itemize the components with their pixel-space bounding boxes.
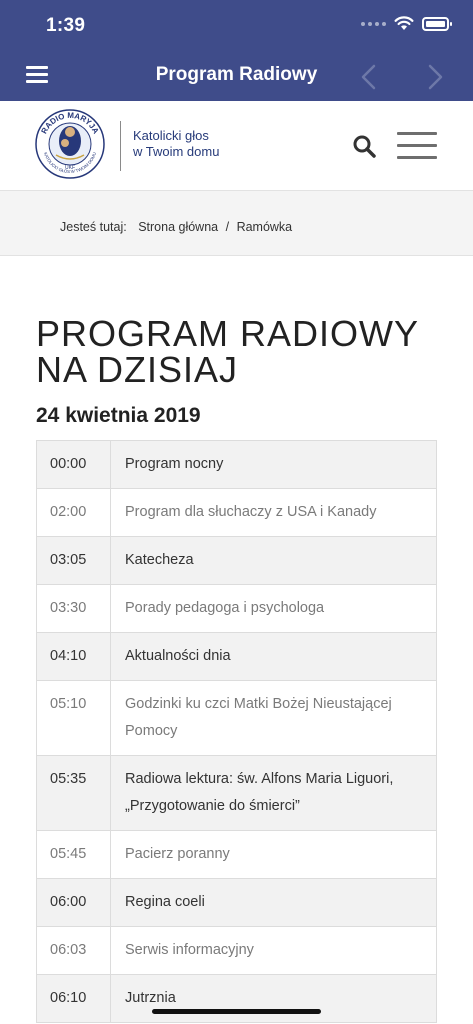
signal-icon	[361, 21, 386, 26]
schedule-time: 03:05	[37, 537, 111, 584]
schedule-program: Program nocny	[125, 456, 224, 472]
search-icon[interactable]	[352, 134, 376, 158]
schedule-program: Radiowa lektura: św. Alfons Maria Liguor…	[125, 771, 394, 814]
back-arrow-icon[interactable]	[358, 64, 380, 90]
breadcrumb-prefix: Jesteś tutaj:	[60, 220, 127, 234]
logo-ukf-text: UKF	[65, 165, 75, 171]
breadcrumb-separator: /	[225, 220, 230, 234]
schedule-row: 03:30 Porady pedagoga i psychologa	[36, 585, 437, 633]
nav-title: Program Radiowy	[155, 64, 318, 85]
schedule-date: 24 kwietnia 2019	[36, 404, 201, 427]
site-header: RADIO MARYJA KATOLICKI GŁOS W TWOIM DOMU…	[0, 101, 473, 191]
schedule-program: Aktualności dnia	[125, 648, 231, 664]
schedule-time: 04:10	[37, 633, 111, 680]
status-indicators	[361, 16, 452, 31]
schedule-row: 00:00 Program nocny	[36, 440, 437, 489]
tagline-line-2: w Twoim domu	[133, 144, 220, 159]
battery-icon	[422, 16, 452, 31]
tagline-line-1: Katolicki głos	[133, 128, 209, 143]
schedule-program: Serwis informacyjny	[125, 942, 254, 958]
schedule-time: 06:03	[37, 927, 111, 974]
schedule-row: 04:10 Aktualności dnia	[36, 633, 437, 681]
breadcrumb: Jesteś tutaj: Strona główna / Ramówka	[60, 220, 296, 234]
schedule-time: 06:10	[37, 975, 111, 1022]
schedule-program: Porady pedagoga i psychologa	[125, 600, 325, 616]
schedule-row: 02:00 Program dla słuchaczy z USA i Kana…	[36, 489, 437, 537]
schedule-row: 06:03 Serwis informacyjny	[36, 927, 437, 975]
schedule-time: 05:10	[37, 681, 111, 755]
schedule-row: 03:05 Katecheza	[36, 537, 437, 585]
schedule-table: 00:00 Program nocny 02:00 Program dla sł…	[36, 440, 437, 1023]
schedule-program: Regina coeli	[125, 894, 205, 910]
status-time: 1:39	[46, 15, 86, 36]
schedule-row: 05:45 Pacierz poranny	[36, 831, 437, 879]
home-indicator[interactable]	[152, 1009, 321, 1014]
logo-divider	[120, 121, 121, 171]
schedule-time: 06:00	[37, 879, 111, 926]
schedule-time: 05:45	[37, 831, 111, 878]
wifi-icon	[394, 16, 414, 30]
schedule-program: Godzinki ku czci Matki Bożej Nieustające…	[125, 696, 392, 739]
schedule-row: 06:10 Jutrznia	[36, 975, 437, 1023]
schedule-time: 05:35	[37, 756, 111, 830]
breadcrumb-home-link[interactable]: Strona główna	[138, 220, 218, 234]
schedule-program: Jutrznia	[125, 990, 176, 1006]
schedule-time: 03:30	[37, 585, 111, 632]
schedule-program: Katecheza	[125, 552, 194, 568]
schedule-row: 05:10 Godzinki ku czci Matki Bożej Nieus…	[36, 681, 437, 756]
schedule-program: Pacierz poranny	[125, 846, 230, 862]
site-menu-icon[interactable]	[397, 132, 437, 160]
schedule-row: 06:00 Regina coeli	[36, 879, 437, 927]
schedule-time: 00:00	[37, 441, 111, 488]
breadcrumb-current: Ramówka	[236, 220, 293, 234]
tagline: Katolicki głos w Twoim domu	[133, 128, 219, 160]
schedule-program: Program dla słuchaczy z USA i Kanady	[125, 504, 377, 520]
radio-maryja-logo[interactable]: RADIO MARYJA KATOLICKI GŁOS W TWOIM DOMU…	[34, 107, 106, 181]
breadcrumb-bar: Jesteś tutaj: Strona główna / Ramówka	[0, 191, 473, 256]
forward-arrow-icon[interactable]	[424, 64, 446, 90]
schedule-time: 02:00	[37, 489, 111, 536]
page-title: PROGRAM RADIOWY NA DZISIAJ	[36, 313, 419, 390]
schedule-row: 05:35 Radiowa lektura: św. Alfons Maria …	[36, 756, 437, 831]
top-bar: 1:39 Program Radiowy	[0, 0, 473, 101]
